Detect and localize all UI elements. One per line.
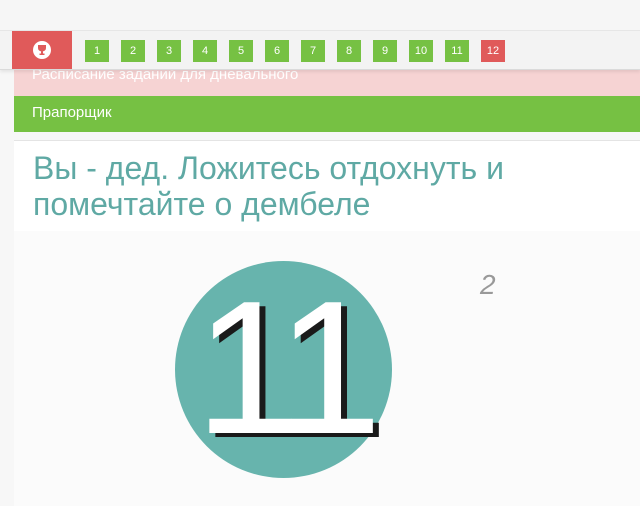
- rank-bar: Прапорщик: [14, 96, 640, 132]
- top-bar: [0, 0, 640, 31]
- level-button-4[interactable]: 4: [193, 40, 217, 62]
- level-list: 1 2 3 4 5 6 7 8 9 10 11 12: [85, 40, 505, 62]
- level-button-5[interactable]: 5: [229, 40, 253, 62]
- level-button-6[interactable]: 6: [265, 40, 289, 62]
- level-button-11[interactable]: 11: [445, 40, 469, 62]
- rank-label: Прапорщик: [32, 104, 112, 121]
- level-button-7[interactable]: 7: [301, 40, 325, 62]
- level-button-10[interactable]: 10: [409, 40, 433, 62]
- level-button-2[interactable]: 2: [121, 40, 145, 62]
- level-button-1[interactable]: 1: [85, 40, 109, 62]
- trophy-button[interactable]: [12, 31, 72, 69]
- trophy-icon: [33, 41, 51, 59]
- task-title: Вы - дед. Ложитесь отдохнуть и помечтайт…: [33, 150, 504, 222]
- side-number: 2: [480, 269, 496, 300]
- level-bar: 1 2 3 4 5 6 7 8 9 10 11 12: [0, 31, 640, 70]
- content-area: 11 11 2: [14, 231, 640, 506]
- level-counter-circle: 11 11: [175, 261, 392, 478]
- level-button-3[interactable]: 3: [157, 40, 181, 62]
- level-button-8[interactable]: 8: [337, 40, 361, 62]
- task-card: Вы - дед. Ложитесь отдохнуть и помечтайт…: [14, 140, 640, 232]
- level-button-12[interactable]: 12: [481, 40, 505, 62]
- level-counter-number: 11: [194, 262, 382, 474]
- level-button-9[interactable]: 9: [373, 40, 397, 62]
